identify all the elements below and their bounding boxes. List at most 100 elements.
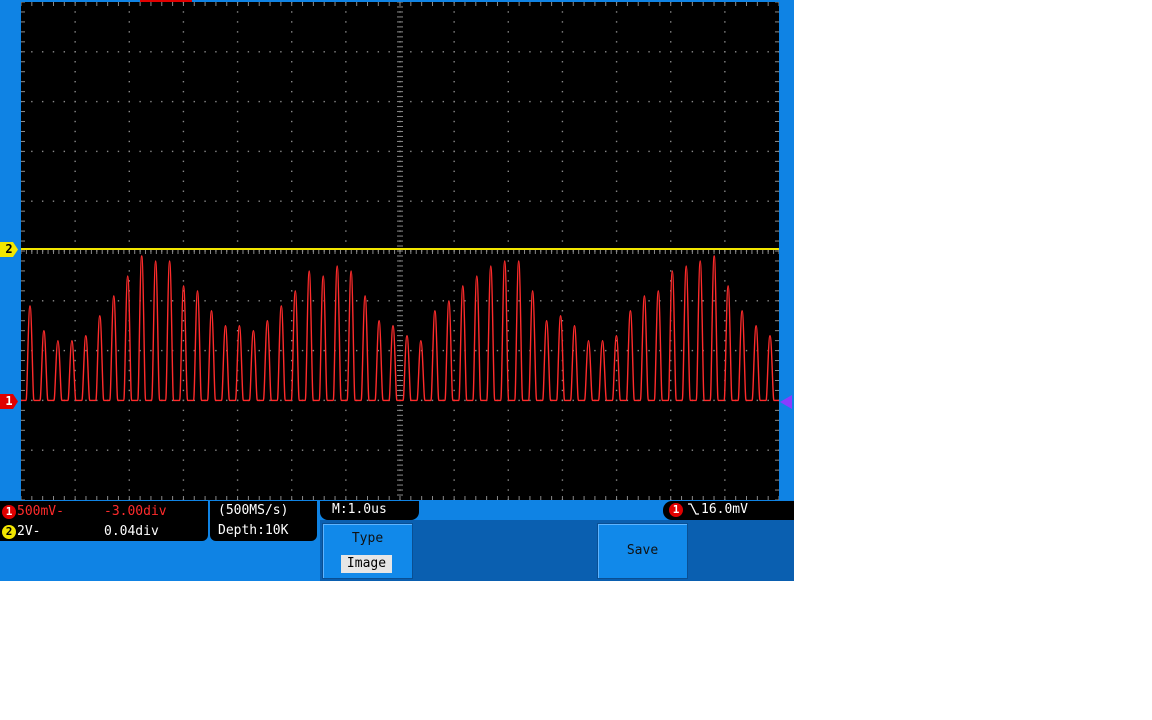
channel1-ground-marker[interactable]: 1 <box>0 394 18 409</box>
grid-dot <box>291 130 293 133</box>
grid-dot <box>85 51 87 53</box>
grid-dot <box>518 399 520 402</box>
grid-dot <box>615 429 618 431</box>
grid-dot <box>453 290 455 292</box>
grid-dot <box>420 399 423 402</box>
channel1-info[interactable]: 1 500mV- -3.00div <box>0 503 208 522</box>
grid-dot <box>637 200 639 202</box>
grid-dot <box>291 51 293 53</box>
grid-dot <box>648 349 650 352</box>
channel2-info[interactable]: 2 2V- 0.04div <box>0 523 208 542</box>
grid-dot <box>301 200 304 202</box>
grid-dot <box>453 190 455 192</box>
grid-dot <box>182 320 185 322</box>
grid-dot <box>453 439 455 441</box>
grid-dot <box>291 419 293 422</box>
grid-dot <box>659 150 661 153</box>
grid-dot <box>52 150 55 153</box>
grid-dot <box>507 71 509 73</box>
grid-dot <box>345 80 347 83</box>
grid-dot <box>507 90 509 93</box>
grid-dot <box>561 90 564 93</box>
grid-dot <box>291 80 293 83</box>
grid-dot <box>85 100 87 103</box>
grid-dot <box>74 140 76 143</box>
grid-dot <box>182 399 185 402</box>
grid-dot <box>691 100 694 103</box>
grid-dot <box>388 349 390 352</box>
grid-dot <box>713 449 715 451</box>
grid-dot <box>236 280 239 282</box>
grid-dot <box>594 449 596 451</box>
grid-dot <box>615 150 618 153</box>
grid-dot <box>182 379 185 382</box>
timebase-panel[interactable]: M:1.0us <box>320 501 419 520</box>
grid-dot <box>291 160 293 163</box>
traces <box>21 248 779 402</box>
grid-dot <box>453 280 455 282</box>
grid-dot <box>269 150 271 153</box>
grid-dot <box>453 339 455 342</box>
grid-dot <box>150 51 152 53</box>
grid-dot <box>182 339 185 342</box>
grid-dot <box>182 21 185 23</box>
grid-dot <box>453 11 455 13</box>
grid-dot <box>236 61 239 63</box>
grid-dot <box>540 51 542 53</box>
grid-dot <box>291 240 293 242</box>
grid-dot <box>106 449 109 451</box>
grid-dot <box>561 160 564 163</box>
grid-dot <box>139 399 141 402</box>
grid-dot <box>767 100 769 103</box>
grid-dot <box>345 349 347 352</box>
grid-dot <box>291 310 293 312</box>
grid-dot <box>96 300 98 302</box>
grid-dot <box>128 200 130 202</box>
grid-dot <box>128 260 130 262</box>
grid-dot <box>312 100 315 103</box>
channel2-ground-marker[interactable]: 2 <box>0 242 18 257</box>
oscilloscope-window: 2 1 1 500mV- -3.00div 2 2V- 0.04div (500… <box>0 0 794 581</box>
grid-dot <box>670 190 672 192</box>
grid-dot <box>74 190 76 192</box>
grid-dot <box>713 300 715 302</box>
grid-dot <box>74 110 76 113</box>
grid-dot <box>291 469 293 471</box>
grid-dot <box>605 100 607 103</box>
grid-dot <box>291 90 293 93</box>
channel2-offset: 0.04div <box>104 524 159 539</box>
grid-dot <box>420 100 423 103</box>
grid-dot <box>388 150 390 153</box>
grid-dot <box>670 270 672 272</box>
grid-dot <box>247 300 250 302</box>
grid-dot <box>291 210 293 212</box>
trigger-level-marker-icon[interactable] <box>780 395 792 409</box>
grid-dot <box>724 439 726 441</box>
grid-dot <box>74 61 76 63</box>
grid-dot <box>41 399 44 402</box>
grid-dot <box>258 349 260 352</box>
save-label: Save <box>626 543 659 558</box>
trigger-level: 16.0mV <box>701 502 748 517</box>
grid-dot <box>236 80 239 83</box>
grid-dot <box>377 399 380 402</box>
grid-dot <box>345 389 347 392</box>
grid-dot <box>182 170 185 173</box>
grid-dot <box>561 100 564 103</box>
grid-dot <box>680 100 683 103</box>
save-button[interactable]: Save <box>597 523 688 579</box>
grid-dot <box>182 439 185 441</box>
grid-dot <box>128 41 130 43</box>
grid-dot <box>291 170 293 173</box>
trigger-panel[interactable]: 1 16.0mV <box>663 501 794 520</box>
grid-dot <box>724 459 726 461</box>
grid-dot <box>345 140 347 143</box>
type-menu-button[interactable]: Type Image <box>322 523 413 579</box>
grid-dot <box>128 11 130 13</box>
waveform-display[interactable] <box>21 2 779 500</box>
grid-dot <box>355 100 358 103</box>
grid-dot <box>74 260 76 262</box>
grid-dot <box>540 449 542 451</box>
grid-dot <box>182 419 185 422</box>
grid-dot <box>561 21 564 23</box>
